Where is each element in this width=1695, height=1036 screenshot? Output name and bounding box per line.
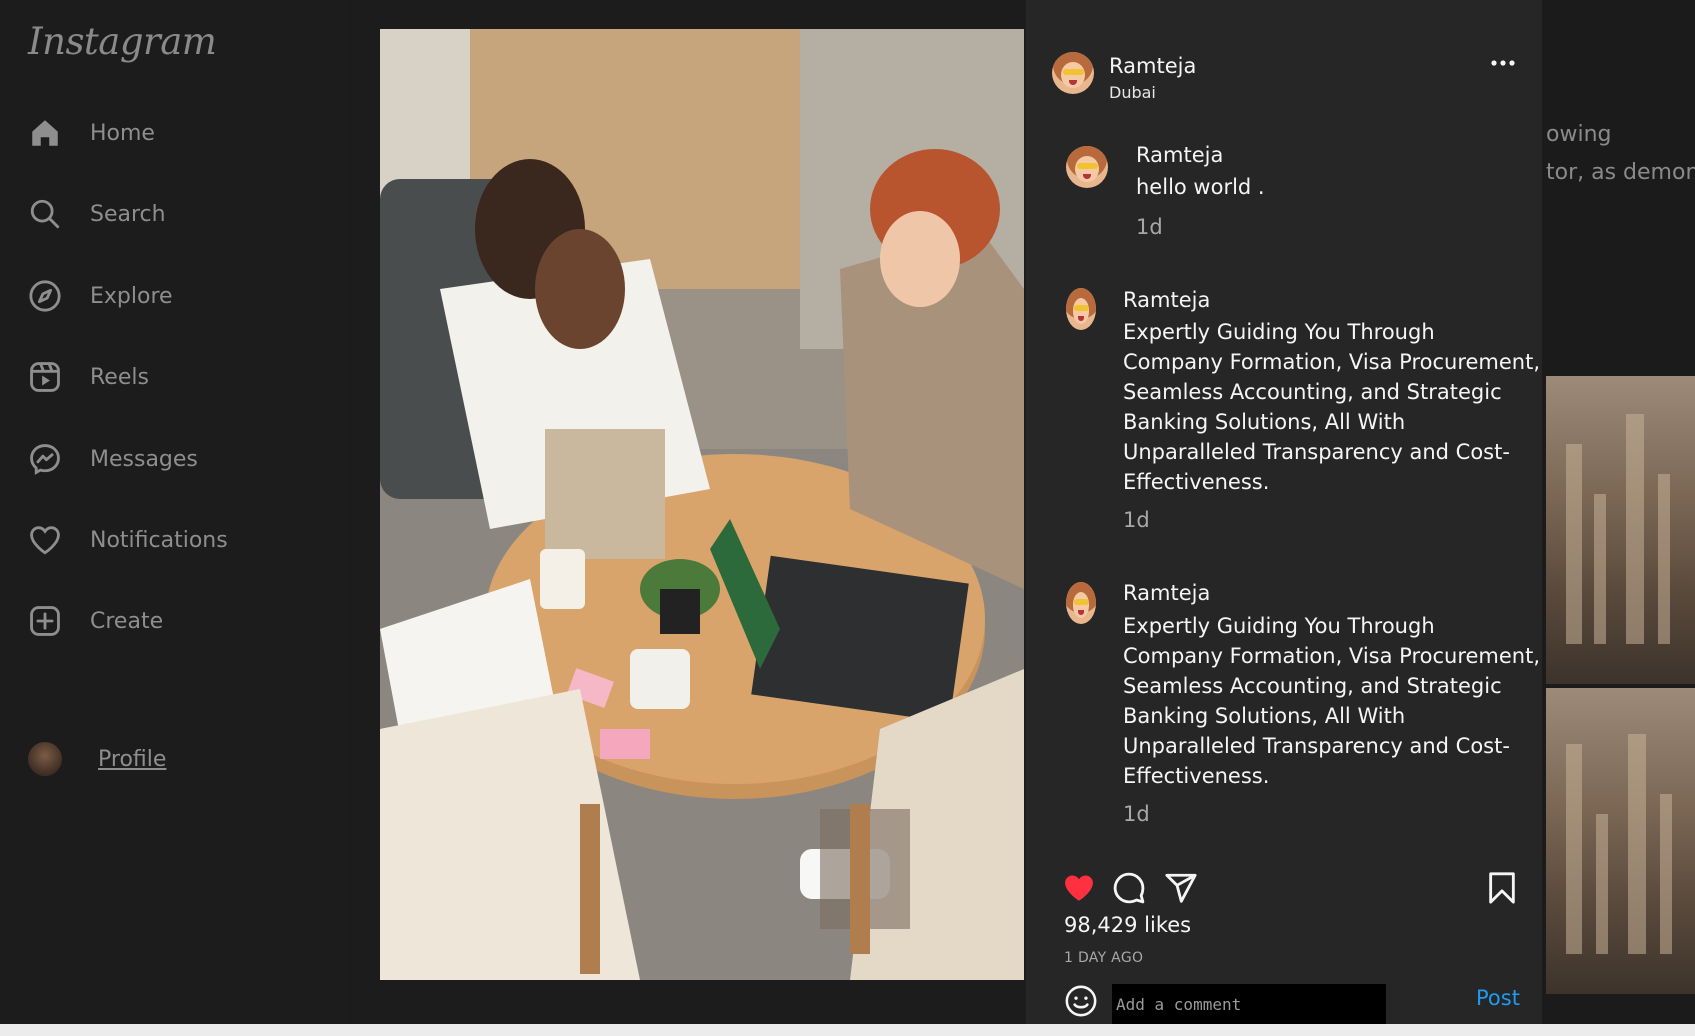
avatar xyxy=(28,742,62,776)
search-icon xyxy=(30,199,60,229)
sidebar-item-create[interactable]: Create xyxy=(28,604,163,638)
post-image[interactable] xyxy=(380,29,1024,980)
comment-time: 1d xyxy=(1123,508,1150,532)
heart-icon xyxy=(30,526,60,555)
plus-square-icon xyxy=(30,606,60,636)
comment-username[interactable]: Ramteja xyxy=(1123,581,1210,605)
compass-icon xyxy=(29,280,61,312)
comment-avatar[interactable] xyxy=(1066,146,1108,188)
bottom-bar xyxy=(0,1024,1695,1036)
comment-avatar[interactable] xyxy=(1066,288,1096,330)
comment-icon[interactable] xyxy=(1111,871,1147,905)
sidebar-item-label: Reels xyxy=(90,364,149,390)
background-text: tor, as demonst xyxy=(1546,160,1695,185)
sidebar-item-explore[interactable]: Explore xyxy=(28,279,173,313)
more-options-icon[interactable] xyxy=(1490,58,1516,68)
comment-input[interactable] xyxy=(1112,984,1386,1024)
comment-text: Expertly Guiding You Through Company For… xyxy=(1123,614,1541,788)
share-icon[interactable] xyxy=(1163,871,1199,905)
author-username[interactable]: Ramteja xyxy=(1109,54,1196,78)
post-comment-button[interactable]: Post xyxy=(1476,986,1520,1010)
comment-text: hello world . xyxy=(1136,175,1265,199)
sidebar-item-messages[interactable]: Messages xyxy=(28,442,198,476)
messenger-icon xyxy=(30,444,60,475)
bookmark-icon[interactable] xyxy=(1487,871,1517,905)
sidebar-item-label: Notifications xyxy=(90,527,228,553)
home-icon xyxy=(32,120,58,146)
background-text: owing xyxy=(1546,122,1612,147)
likes-count[interactable]: 98,429 likes xyxy=(1064,913,1191,937)
comment-time: 1d xyxy=(1123,802,1150,826)
sidebar: Instagram Home Search Explore Reels Mess… xyxy=(0,0,350,1036)
reels-icon xyxy=(30,362,60,392)
sidebar-item-label: Search xyxy=(90,201,166,227)
sidebar-item-label: Profile xyxy=(98,746,167,772)
sidebar-item-notifications[interactable]: Notifications xyxy=(28,523,228,557)
post-photo-illustration xyxy=(380,29,1024,980)
post-timestamp: 1 DAY AGO xyxy=(1064,950,1144,966)
sidebar-item-profile[interactable]: Profile xyxy=(28,742,166,776)
comment-username[interactable]: Ramteja xyxy=(1123,288,1210,312)
comment-username[interactable]: Ramteja xyxy=(1136,143,1223,167)
sidebar-item-label: Home xyxy=(90,120,155,146)
comment-avatar[interactable] xyxy=(1066,582,1096,624)
like-heart-icon[interactable] xyxy=(1061,871,1097,905)
background-image xyxy=(1546,688,1695,994)
instagram-logo[interactable]: Instagram xyxy=(28,20,217,63)
background-image xyxy=(1546,376,1695,684)
sidebar-item-label: Create xyxy=(90,608,164,634)
sidebar-item-label: Messages xyxy=(90,446,198,472)
sidebar-item-home[interactable]: Home xyxy=(28,116,155,150)
emoji-icon[interactable] xyxy=(1064,984,1098,1018)
post-location[interactable]: Dubai xyxy=(1109,83,1156,102)
author-avatar[interactable] xyxy=(1052,52,1094,94)
sidebar-item-reels[interactable]: Reels xyxy=(28,360,149,394)
comment-text: Expertly Guiding You Through Company For… xyxy=(1123,320,1541,494)
sidebar-item-search[interactable]: Search xyxy=(28,197,166,231)
sidebar-item-label: Explore xyxy=(90,283,173,309)
comment-time: 1d xyxy=(1136,215,1163,239)
